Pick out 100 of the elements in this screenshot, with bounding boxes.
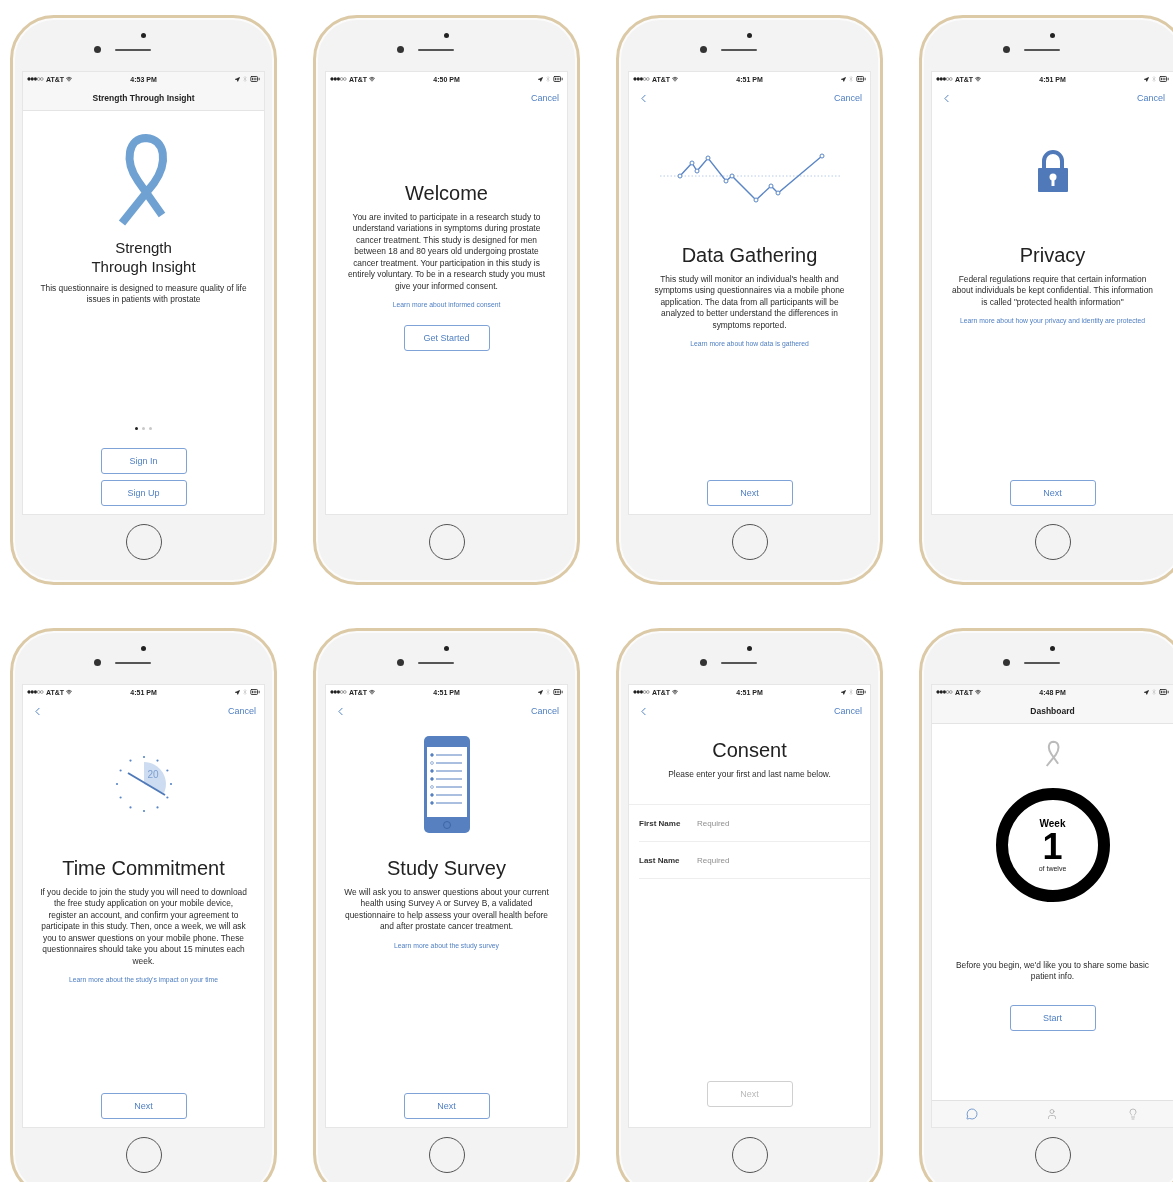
earpiece-speaker bbox=[1024, 48, 1060, 51]
battery-icon bbox=[553, 74, 563, 84]
page-dot[interactable] bbox=[142, 427, 145, 430]
home-button[interactable] bbox=[428, 1137, 465, 1173]
page-dot[interactable] bbox=[135, 427, 138, 430]
front-camera bbox=[700, 46, 707, 53]
battery-icon bbox=[1159, 687, 1169, 697]
bluetooth-icon bbox=[1151, 76, 1157, 82]
bluetooth-icon bbox=[242, 76, 248, 82]
body-text: Please enter your first and last name below. bbox=[667, 769, 832, 781]
body-text: We will ask you to answer questions about your current health using Survey A or Survey B, a validated questionnaire to help assess your overall health before and after prostate cancer treatment. bbox=[343, 887, 550, 933]
home-button[interactable] bbox=[1034, 524, 1071, 560]
screen-title: Dashboard bbox=[1029, 706, 1076, 716]
screen-heading: Time Commitment bbox=[62, 856, 225, 881]
screen-heading: Strength Through Insight bbox=[90, 239, 197, 277]
proximity-sensor bbox=[1050, 33, 1055, 38]
battery-icon bbox=[250, 74, 260, 84]
proximity-sensor bbox=[141, 646, 146, 651]
action-button[interactable]: Next bbox=[706, 480, 793, 506]
proximity-sensor bbox=[444, 33, 449, 38]
signal-icon bbox=[27, 690, 44, 694]
bluetooth-icon bbox=[848, 689, 854, 695]
signal-icon bbox=[330, 690, 347, 694]
action-button[interactable]: Get Started bbox=[403, 325, 490, 352]
body-text: You are invited to participate in a research study to understand variations in symptoms during prostate cancer treatment. This study is designed for men between 18 and 80 years old undergoing prostate cancer treatment. Your participation in this study is entirely voluntary. To be in a research study you must give your informed consent. bbox=[346, 212, 547, 292]
phone-checklist-icon bbox=[423, 735, 470, 833]
location-icon bbox=[841, 76, 846, 82]
action-button[interactable]: Sign Up bbox=[100, 480, 187, 506]
location-icon bbox=[235, 689, 240, 695]
page-dot[interactable] bbox=[149, 427, 152, 430]
person-icon bbox=[1046, 1108, 1059, 1120]
action-button[interactable]: Next bbox=[100, 1093, 187, 1119]
proximity-sensor bbox=[1050, 646, 1055, 651]
wifi-icon bbox=[369, 689, 376, 695]
home-button[interactable] bbox=[125, 1137, 162, 1173]
wifi-icon bbox=[975, 689, 982, 695]
wifi-icon bbox=[66, 689, 73, 695]
home-button[interactable] bbox=[1034, 1137, 1071, 1173]
front-camera bbox=[1003, 46, 1010, 53]
proximity-sensor bbox=[141, 33, 146, 38]
action-button[interactable]: Start bbox=[1009, 1004, 1096, 1031]
wifi-icon bbox=[672, 689, 679, 695]
screen-heading: Study Survey bbox=[387, 856, 506, 881]
screen-heading: Data Gathering bbox=[681, 243, 818, 268]
earpiece-speaker bbox=[115, 48, 151, 51]
screen-heading: Privacy bbox=[1019, 243, 1086, 268]
battery-icon bbox=[1159, 74, 1169, 84]
home-button[interactable] bbox=[731, 524, 768, 560]
lightbulb-icon bbox=[1126, 1108, 1139, 1120]
front-camera bbox=[700, 659, 707, 666]
home-button[interactable] bbox=[428, 524, 465, 560]
earpiece-speaker bbox=[721, 48, 757, 51]
action-button[interactable]: Sign In bbox=[100, 448, 187, 474]
ribbon-icon bbox=[1044, 740, 1061, 768]
home-button[interactable] bbox=[731, 1137, 768, 1173]
lock-icon bbox=[1036, 149, 1069, 193]
body-text: This questionnaire is designed to measure quality of life issues in patients with prostate bbox=[39, 282, 248, 306]
wifi-icon bbox=[672, 76, 679, 82]
cancel-link[interactable]: Cancel bbox=[228, 706, 256, 716]
week-number: 1 bbox=[1042, 829, 1063, 865]
proximity-sensor bbox=[747, 33, 752, 38]
wifi-icon bbox=[975, 76, 982, 82]
earpiece-speaker bbox=[1024, 661, 1060, 664]
bluetooth-icon bbox=[848, 76, 854, 82]
home-button[interactable] bbox=[125, 524, 162, 560]
week-label: Week bbox=[1039, 818, 1066, 829]
front-camera bbox=[1003, 659, 1010, 666]
signal-icon bbox=[936, 690, 953, 694]
action-button[interactable]: Next bbox=[1009, 480, 1096, 506]
signal-icon bbox=[633, 690, 650, 694]
chat-bubble-tab[interactable] bbox=[964, 1106, 981, 1122]
cancel-link[interactable]: Cancel bbox=[1137, 93, 1165, 103]
battery-icon bbox=[250, 687, 260, 697]
signal-icon bbox=[330, 77, 347, 81]
battery-icon bbox=[553, 687, 563, 697]
cancel-link[interactable]: Cancel bbox=[531, 93, 559, 103]
body-text: If you decide to join the study you will need to download the free study application on your mobile device, register an account, and confirm your agreement to participate in this study. Then, once a week, we will ask you to answer questions on your mobile phone. These questionnaires should take you about 15 minutes each week. bbox=[39, 887, 248, 967]
location-icon bbox=[1144, 76, 1149, 82]
proximity-sensor bbox=[747, 646, 752, 651]
battery-icon bbox=[856, 74, 866, 84]
proximity-sensor bbox=[444, 646, 449, 651]
bluetooth-icon bbox=[1151, 689, 1157, 695]
cancel-link[interactable]: Cancel bbox=[834, 706, 862, 716]
earpiece-speaker bbox=[418, 661, 454, 664]
signal-icon bbox=[633, 77, 650, 81]
location-icon bbox=[538, 76, 543, 82]
action-button[interactable]: Next bbox=[403, 1093, 490, 1119]
screen-title: Strength Through Insight bbox=[91, 93, 196, 103]
front-camera bbox=[94, 46, 101, 53]
earpiece-speaker bbox=[721, 661, 757, 664]
bluetooth-icon bbox=[545, 689, 551, 695]
chat-bubble-icon bbox=[966, 1108, 979, 1120]
screen-heading: Welcome bbox=[405, 181, 488, 206]
screen-heading: Consent bbox=[712, 738, 787, 763]
battery-icon bbox=[856, 687, 866, 697]
cancel-link[interactable]: Cancel bbox=[834, 93, 862, 103]
cancel-link[interactable]: Cancel bbox=[531, 706, 559, 716]
body-text: Before you begin, we'd like you to share some basic patient info. bbox=[955, 960, 1150, 983]
wifi-icon bbox=[369, 76, 376, 82]
bluetooth-icon bbox=[545, 76, 551, 82]
